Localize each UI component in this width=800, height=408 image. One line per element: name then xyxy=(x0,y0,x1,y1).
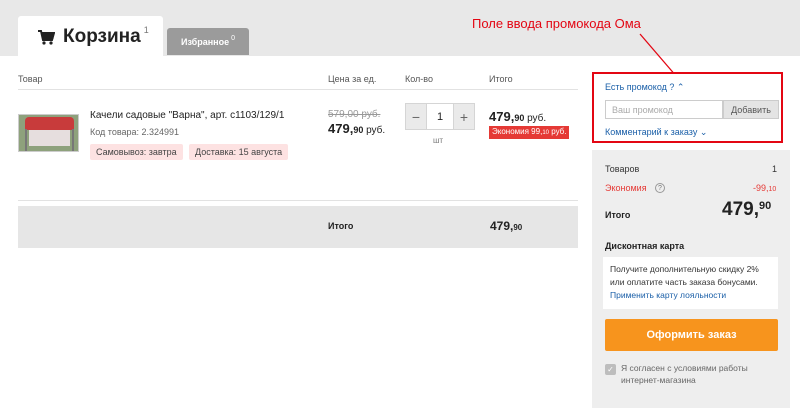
quantity-plus-button[interactable]: + xyxy=(454,104,474,129)
quantity-stepper[interactable]: − 1 + xyxy=(405,103,475,130)
discount-card-title: Дисконтная карта xyxy=(605,241,685,251)
discount-card-box: Получите дополнительную скидку 2% или оп… xyxy=(603,257,778,309)
summary-total-label: Итого xyxy=(605,210,631,220)
promo-code-input[interactable] xyxy=(605,100,723,119)
delivery-badge: Доставка: 15 августа xyxy=(189,144,289,160)
checkout-button[interactable]: Оформить заказ xyxy=(605,319,778,351)
apply-loyalty-card-link[interactable]: Применить карту лояльности xyxy=(610,289,771,302)
info-icon[interactable]: ? xyxy=(655,183,665,193)
tab-cart[interactable]: Корзина 1 xyxy=(18,16,163,58)
header-total: Итого xyxy=(489,74,513,84)
product-code: Код товара: 2.324991 xyxy=(90,127,180,137)
agree-checkbox[interactable]: ✓ xyxy=(605,364,616,375)
promo-toggle-link[interactable]: Есть промокод ? ⌃ xyxy=(605,82,684,93)
line-total: 479,90 руб. xyxy=(489,109,547,124)
chevron-down-icon: ⌄ xyxy=(699,127,708,137)
header-quantity: Кол-во xyxy=(405,74,433,84)
top-bar xyxy=(0,0,800,8)
header-product: Товар xyxy=(18,74,43,84)
agree-terms-label: Я согласен с условиями работы интернет-м… xyxy=(621,363,748,385)
summary-savings-label: Экономия xyxy=(605,183,647,193)
summary-items-label: Товаров xyxy=(605,164,640,174)
summary-total-value: 479,90 xyxy=(722,199,772,220)
discount-card-text: Получите дополнительную скидку 2% или оп… xyxy=(610,264,759,287)
tab-favorites-count: 0 xyxy=(231,35,236,42)
chevron-up-icon: ⌃ xyxy=(676,82,685,92)
old-price: 579,00 руб. xyxy=(328,109,381,120)
row-divider xyxy=(18,200,578,201)
cart-total-amount: 479,90 xyxy=(490,219,523,233)
tab-cart-count: 1 xyxy=(143,25,149,35)
cart-icon xyxy=(38,29,55,45)
product-image[interactable] xyxy=(18,114,79,152)
header-divider xyxy=(18,89,578,90)
cart-total-bar: Итого 479,90 xyxy=(18,206,578,248)
quantity-minus-button[interactable]: − xyxy=(406,104,426,129)
tab-favorites-label: Избранное xyxy=(180,36,230,47)
annotation-label: Поле ввода промокода Ома xyxy=(472,16,641,31)
unit-price: 479,90 руб. xyxy=(328,121,386,136)
summary-items-value: 1 xyxy=(772,164,778,174)
product-name-link[interactable]: Качели садовые "Варна", арт. с1103/129/1 xyxy=(90,110,284,121)
quantity-unit: шт xyxy=(433,136,444,145)
tab-favorites[interactable]: Избранное 0 xyxy=(167,28,249,55)
tab-cart-label: Корзина xyxy=(63,26,141,47)
quantity-value[interactable]: 1 xyxy=(426,104,454,129)
header-unit-price: Цена за ед. xyxy=(328,74,377,84)
order-comment-link[interactable]: Комментарий к заказу ⌄ xyxy=(605,127,707,138)
summary-savings-value: -99,10 xyxy=(753,183,777,193)
pickup-badge: Самовывоз: завтра xyxy=(90,144,183,160)
saving-badge: Экономия 99,10 руб. xyxy=(489,126,570,139)
cart-total-label: Итого xyxy=(328,221,354,231)
promo-apply-button[interactable]: Добавить xyxy=(723,100,779,119)
